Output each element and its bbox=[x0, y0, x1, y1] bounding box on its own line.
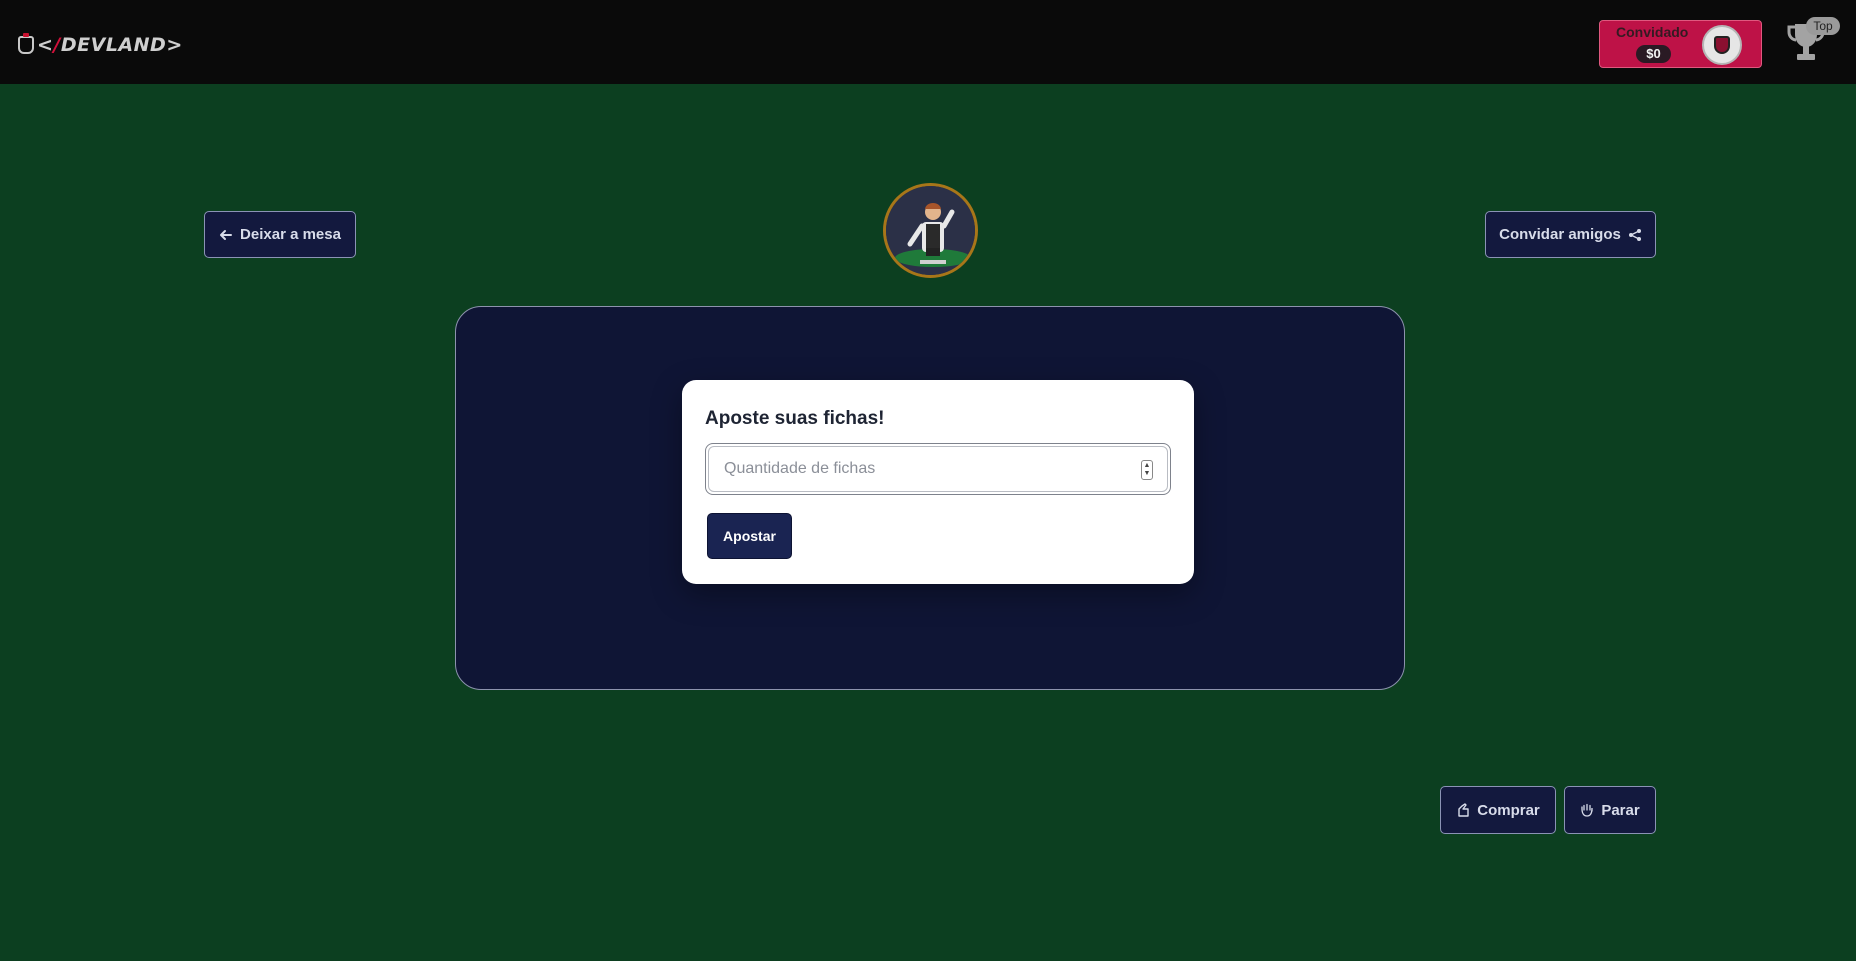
chip-quantity-input[interactable] bbox=[708, 446, 1168, 492]
user-balance-badge: $0 bbox=[1636, 45, 1671, 63]
user-profile-card[interactable]: Convidado $0 bbox=[1599, 20, 1762, 68]
leaderboard-top-badge[interactable]: Top bbox=[1806, 17, 1840, 35]
avatar-emblem-icon bbox=[1714, 36, 1730, 54]
bet-dialog-title: Aposte suas fichas! bbox=[705, 408, 885, 429]
leave-table-label: Deixar a mesa bbox=[240, 226, 341, 243]
avatar[interactable] bbox=[1702, 25, 1742, 65]
hand-stop-icon bbox=[1581, 803, 1593, 817]
place-bet-button[interactable]: Apostar bbox=[707, 513, 792, 559]
arrow-left-icon bbox=[220, 229, 233, 240]
dealer-illustration bbox=[886, 186, 975, 275]
buy-card-button[interactable]: Comprar bbox=[1440, 786, 1556, 834]
top-navbar: </DEVLAND> Convidado $0 Top bbox=[0, 0, 1856, 84]
stop-label: Parar bbox=[1601, 801, 1640, 819]
share-icon bbox=[1628, 228, 1641, 241]
dealer-avatar bbox=[883, 183, 978, 278]
invite-friends-label: Convidar amigos bbox=[1499, 226, 1621, 243]
devland-logo[interactable]: </DEVLAND> bbox=[18, 33, 183, 57]
stop-button[interactable]: Parar bbox=[1564, 786, 1656, 834]
invite-friends-button[interactable]: Convidar amigos bbox=[1485, 211, 1656, 258]
leave-table-button[interactable]: Deixar a mesa bbox=[204, 211, 356, 258]
bet-amount-field-wrapper: ▲▼ bbox=[705, 443, 1171, 495]
buy-card-label: Comprar bbox=[1477, 801, 1540, 819]
shield-logo-icon bbox=[18, 33, 34, 54]
bet-dialog: Aposte suas fichas! ▲▼ Apostar bbox=[682, 380, 1194, 584]
user-name: Convidado bbox=[1616, 24, 1689, 40]
number-stepper-icon[interactable]: ▲ ▼ bbox=[1141, 460, 1153, 480]
logo-wordmark: </DEVLAND> bbox=[37, 34, 183, 56]
hand-card-icon bbox=[1458, 803, 1469, 817]
